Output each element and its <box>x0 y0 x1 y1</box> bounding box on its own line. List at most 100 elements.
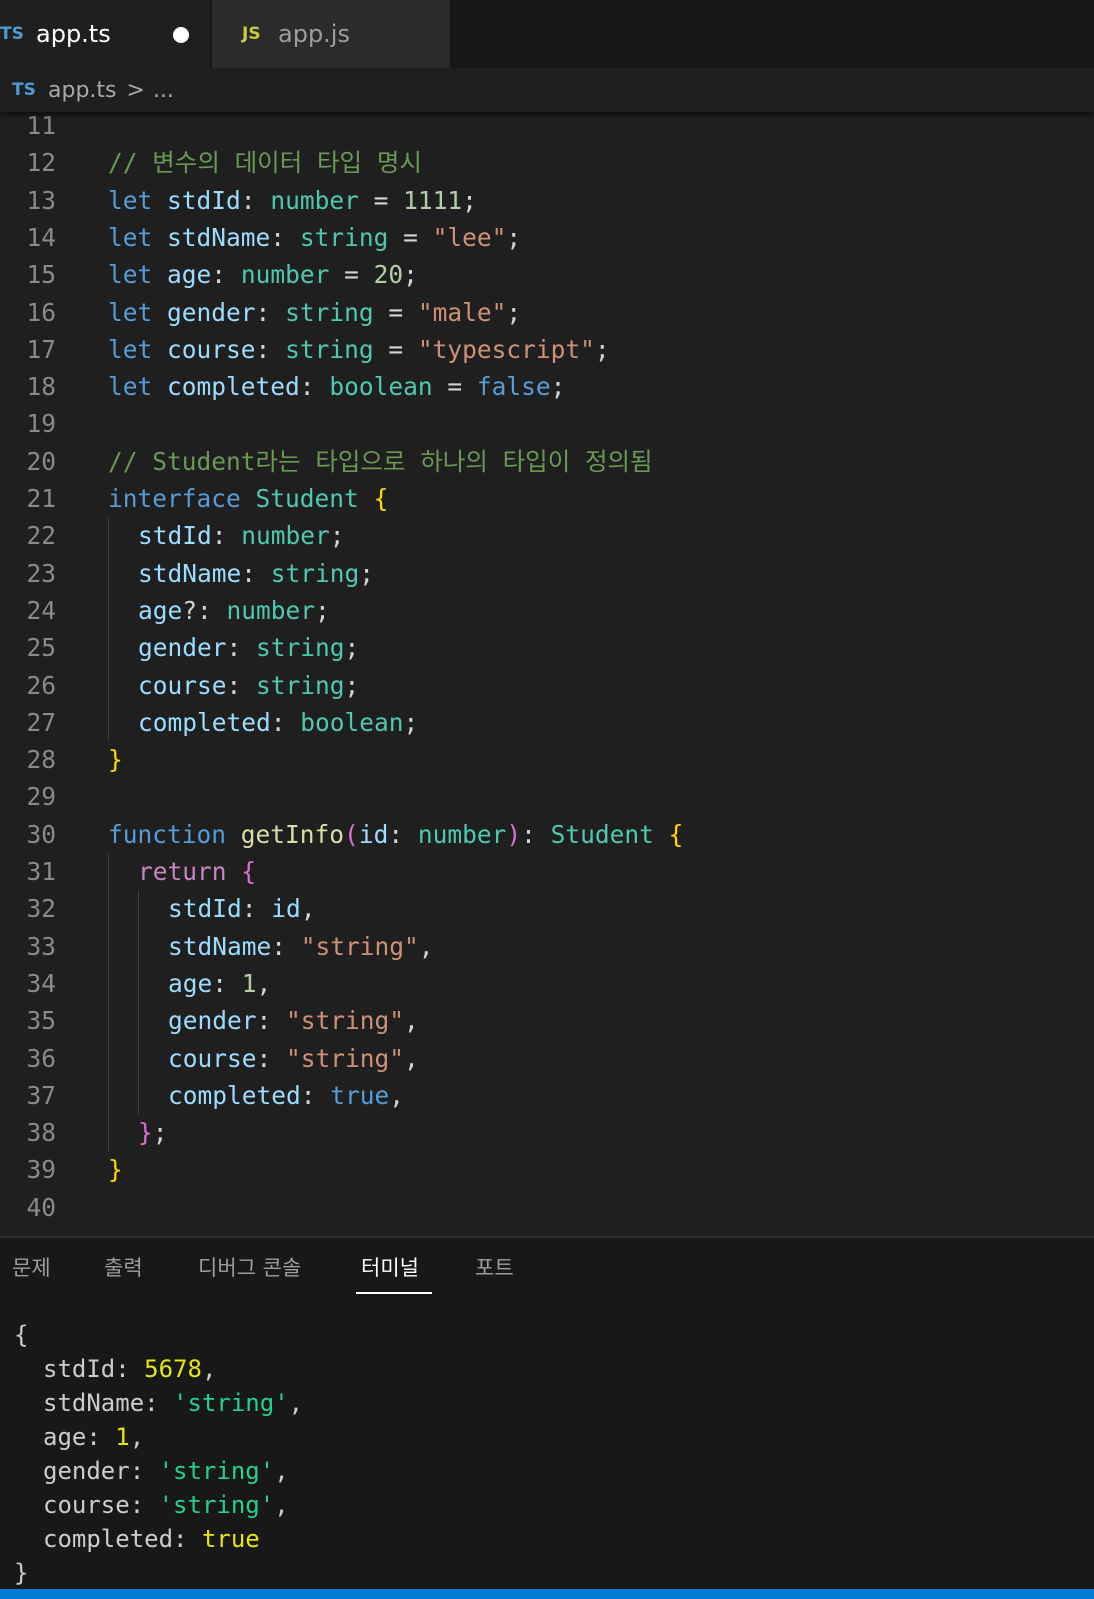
code-text: let stdId: number = 1111; <box>108 182 477 220</box>
code-token: ; <box>344 633 360 663</box>
tab-app-ts[interactable]: TS app.ts <box>0 0 210 68</box>
code-line[interactable]: 35 gender: "string", <box>0 1002 1094 1040</box>
terminal-token: , <box>274 1491 289 1519</box>
code-line[interactable]: 24 age?: number; <box>0 592 1094 630</box>
code-line[interactable]: 19 <box>0 405 1094 443</box>
bottom-panel: 문제 출력 디버그 콘솔 터미널 포트 {stdId: 5678, stdName: 's… <box>0 1236 1094 1591</box>
code-token: let <box>108 372 153 402</box>
code-line[interactable]: 33 stdName: "string", <box>0 928 1094 966</box>
breadcrumb-file[interactable]: app.ts <box>48 78 117 103</box>
code-token: Student <box>550 819 654 849</box>
code-line[interactable]: 37 completed: true, <box>0 1077 1094 1115</box>
unsaved-dot-icon[interactable] <box>173 27 189 43</box>
code-text: age?: number; <box>138 592 330 630</box>
code-token: { <box>373 484 389 513</box>
line-number: 21 <box>26 484 56 513</box>
code-line[interactable]: 40 <box>0 1189 1094 1227</box>
code-token: Student <box>255 484 359 513</box>
code-line[interactable]: 17 let course: string = "typescript"; <box>0 331 1094 369</box>
code-line[interactable]: 23 stdName: string; <box>0 555 1094 593</box>
code-token: "lee" <box>432 222 507 252</box>
code-line[interactable]: 18 let completed: boolean = false; <box>0 368 1094 406</box>
terminal-line: stdName: 'string', <box>43 1386 303 1420</box>
code-text: course: string; <box>138 667 359 705</box>
code-token: ; <box>506 222 522 252</box>
panel-tabs: 문제 출력 디버그 콘솔 터미널 포트 <box>0 1238 1094 1298</box>
code-token: ; <box>594 334 610 364</box>
terminal-token: true <box>201 1525 260 1553</box>
code-text: stdName: string; <box>138 555 374 593</box>
terminal-token: course: <box>43 1491 159 1519</box>
code-token: , <box>404 1006 419 1036</box>
code-token: } <box>108 745 123 775</box>
code-token: string <box>285 334 374 364</box>
code-token: false <box>476 372 551 402</box>
code-line[interactable]: 34 age: 1, <box>0 965 1094 1003</box>
code-token: 20 <box>373 260 404 290</box>
code-token: = <box>388 222 433 252</box>
code-token: : <box>241 558 271 588</box>
code-line[interactable]: 22 stdId: number; <box>0 517 1094 555</box>
line-number: 29 <box>26 782 56 812</box>
panel-tab[interactable]: 디버그 콘솔 <box>198 1238 301 1298</box>
code-token: : <box>226 670 257 700</box>
line-number: 13 <box>26 185 56 215</box>
terminal-line: course: 'string', <box>43 1488 289 1522</box>
code-line[interactable]: 31 return { <box>0 853 1094 891</box>
code-token: ; <box>315 595 330 625</box>
code-token: string <box>299 222 389 252</box>
code-line[interactable]: 28} <box>0 741 1094 779</box>
code-token: completed <box>138 707 271 737</box>
panel-tab[interactable]: 출력 <box>104 1238 143 1298</box>
panel-tab[interactable]: 문제 <box>12 1238 51 1298</box>
code-token: stdId <box>167 185 241 215</box>
code-line[interactable]: 14 let stdName: string = "lee"; <box>0 219 1094 257</box>
code-line[interactable]: 27 completed: boolean; <box>0 704 1094 742</box>
code-token: true <box>330 1080 390 1110</box>
code-line[interactable]: 11 <box>0 112 1094 145</box>
code-token: ; <box>403 707 419 737</box>
code-line[interactable]: 26 course: string; <box>0 667 1094 705</box>
code-token: = <box>432 372 477 402</box>
line-number: 20 <box>26 446 56 476</box>
active-tab-indicator <box>356 1292 432 1294</box>
code-token: completed <box>168 1080 301 1110</box>
code-line[interactable]: 38}; <box>0 1114 1094 1152</box>
typescript-file-icon: TS <box>0 24 24 44</box>
code-line[interactable]: 32 stdId: id, <box>0 890 1094 928</box>
code-token: ; <box>329 521 345 551</box>
panel-tab[interactable]: 포트 <box>475 1238 514 1298</box>
code-line[interactable]: 39} <box>0 1151 1094 1189</box>
code-line[interactable]: 12 // 변수의 데이터 타입 명시 <box>0 144 1094 182</box>
code-line[interactable]: 36 course: "string", <box>0 1040 1094 1078</box>
code-editor[interactable]: 11 12 // 변수의 데이터 타입 명시 13 let stdId: number … <box>0 112 1094 1236</box>
code-token: boolean <box>329 372 433 402</box>
code-line[interactable]: 20 // Student라는 타입으로 하나의 타입이 정의됨 <box>0 443 1094 481</box>
code-token: getInfo <box>240 819 345 849</box>
code-line[interactable]: 21 interface Student { <box>0 480 1094 518</box>
terminal-token: , <box>274 1457 289 1485</box>
code-token: : <box>240 185 271 215</box>
code-text: completed: boolean; <box>138 704 418 742</box>
terminal-line: completed: true <box>43 1522 260 1556</box>
tab-app-js[interactable]: JS app.js <box>212 0 450 68</box>
code-token: , <box>256 968 272 998</box>
line-number: 25 <box>26 633 56 663</box>
code-line[interactable]: 30 function getInfo(id: number): Student … <box>0 816 1094 854</box>
terminal-token: completed: <box>43 1525 202 1553</box>
code-line[interactable]: 16 let gender: string = "male"; <box>0 294 1094 332</box>
code-line[interactable]: 15 let age: number = 20; <box>0 256 1094 294</box>
code-line[interactable]: 29 <box>0 778 1094 816</box>
code-line[interactable]: 13 let stdId: number = 1111; <box>0 182 1094 220</box>
terminal-token: gender: <box>43 1457 159 1485</box>
breadcrumb-more[interactable]: ... <box>153 78 174 103</box>
code-token: : <box>256 1043 287 1073</box>
code-text: let gender: string = "male"; <box>108 294 521 332</box>
code-token: boolean <box>300 707 404 737</box>
code-line[interactable]: 25 gender: string; <box>0 629 1094 667</box>
line-number: 15 <box>26 260 56 290</box>
panel-tab[interactable]: 터미널 <box>361 1238 419 1298</box>
